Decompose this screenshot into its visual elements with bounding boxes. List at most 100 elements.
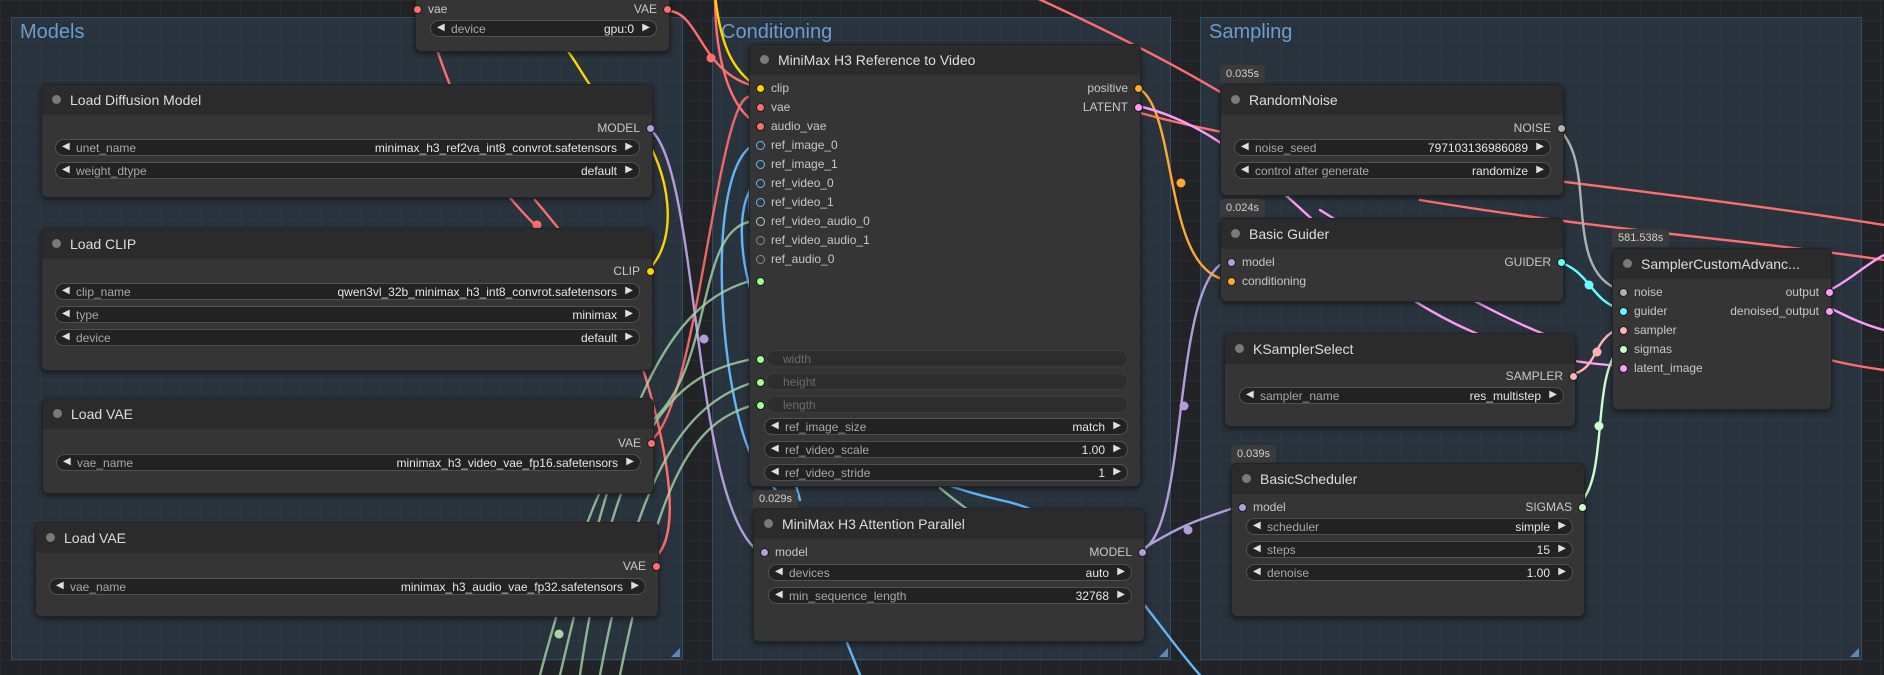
- port-pin[interactable]: [756, 179, 765, 188]
- arrow-left-icon[interactable]: ◀: [62, 164, 70, 175]
- port-pin[interactable]: [756, 141, 765, 150]
- denoise-number[interactable]: ◀ denoise 1.00 ▶: [1246, 564, 1573, 581]
- port-pin[interactable]: [1557, 124, 1566, 133]
- arrow-left-icon[interactable]: ◀: [771, 420, 779, 431]
- arrow-right-icon[interactable]: ▶: [1113, 420, 1121, 431]
- scheduler-combo[interactable]: ◀ scheduler simple ▶: [1246, 518, 1573, 535]
- port-pin[interactable]: [663, 5, 672, 14]
- port-pin[interactable]: [646, 267, 655, 276]
- arrow-left-icon[interactable]: ◀: [1253, 566, 1261, 577]
- output-model[interactable]: MODEL: [1044, 544, 1147, 560]
- collapse-dot-icon[interactable]: [764, 519, 773, 528]
- unet-name-combo[interactable]: ◀ unet_name minimax_h3_ref2va_int8_convr…: [55, 139, 640, 156]
- collapse-dot-icon[interactable]: [1231, 95, 1240, 104]
- arrow-left-icon[interactable]: ◀: [1246, 389, 1254, 400]
- node-header[interactable]: RandomNoise: [1221, 85, 1563, 115]
- node-canvas[interactable]: Models Conditioning Sampling vae VAE ◀ d…: [0, 0, 1884, 675]
- output-model[interactable]: MODEL: [532, 120, 655, 136]
- collapse-dot-icon[interactable]: [52, 239, 61, 248]
- arrow-left-icon[interactable]: ◀: [62, 308, 70, 319]
- ref-image-size-combo[interactable]: ◀ ref_image_size match ▶: [764, 418, 1128, 435]
- port-pin[interactable]: [646, 124, 655, 133]
- port-pin[interactable]: [1557, 258, 1566, 267]
- control-after-generate-combo[interactable]: ◀ control after generate randomize ▶: [1234, 162, 1551, 179]
- weight-dtype-combo[interactable]: ◀ weight_dtype default ▶: [55, 162, 640, 179]
- port-pin[interactable]: [1138, 548, 1147, 557]
- arrow-right-icon[interactable]: ▶: [625, 164, 633, 175]
- collapse-dot-icon[interactable]: [46, 533, 55, 542]
- arrow-right-icon[interactable]: ▶: [1558, 520, 1566, 531]
- arrow-left-icon[interactable]: ◀: [775, 566, 783, 577]
- port-pin[interactable]: [1134, 84, 1143, 93]
- width-widget[interactable]: width: [766, 350, 1128, 367]
- arrow-left-icon[interactable]: ◀: [56, 580, 64, 591]
- collapse-dot-icon[interactable]: [1235, 344, 1244, 353]
- port-pin[interactable]: [1619, 326, 1628, 335]
- node-reference-to-video[interactable]: MiniMax H3 Reference to Video clip vae a…: [749, 44, 1143, 487]
- device-combo[interactable]: ◀ device gpu:0 ▶: [430, 20, 657, 37]
- arrow-left-icon[interactable]: ◀: [1253, 543, 1261, 554]
- collapse-dot-icon[interactable]: [760, 55, 769, 64]
- noise-seed-number[interactable]: ◀ noise_seed 797103136986089 ▶: [1234, 139, 1551, 156]
- collapse-dot-icon[interactable]: [1242, 474, 1251, 483]
- port-pin[interactable]: [1619, 288, 1628, 297]
- arrow-right-icon[interactable]: ▶: [625, 285, 633, 296]
- arrow-right-icon[interactable]: ▶: [625, 141, 633, 152]
- port-pin[interactable]: [756, 236, 765, 245]
- output-latent[interactable]: LATENT: [1040, 99, 1143, 115]
- port-pin[interactable]: [1825, 288, 1834, 297]
- port-pin[interactable]: [1619, 307, 1628, 316]
- node-random-noise[interactable]: RandomNoise NOISE ◀ noise_seed 797103136…: [1220, 84, 1566, 196]
- length-widget[interactable]: length: [766, 396, 1128, 413]
- clip-name-combo[interactable]: ◀ clip_name qwen3vl_32b_minimax_h3_int8_…: [55, 283, 640, 300]
- port-pin[interactable]: [760, 548, 769, 557]
- arrow-right-icon[interactable]: ▶: [1536, 164, 1544, 175]
- port-pin[interactable]: [1227, 277, 1236, 286]
- arrow-left-icon[interactable]: ◀: [1241, 141, 1249, 152]
- vae-name-combo[interactable]: ◀ vae_name minimax_h3_video_vae_fp16.saf…: [56, 454, 641, 471]
- port-pin[interactable]: [1134, 103, 1143, 112]
- port-pin[interactable]: [1238, 503, 1247, 512]
- port-pin[interactable]: [756, 217, 765, 226]
- arrow-right-icon[interactable]: ▶: [1117, 589, 1125, 600]
- node-vae-device[interactable]: vae VAE ◀ device gpu:0 ▶: [413, 0, 672, 52]
- output-sigmas[interactable]: SIGMAS: [1484, 499, 1587, 515]
- node-load-vae-video[interactable]: Load VAE VAE ◀ vae_name minimax_h3_video…: [42, 398, 656, 494]
- port-pin[interactable]: [1578, 503, 1587, 512]
- port-pin[interactable]: [756, 378, 765, 387]
- node-header[interactable]: SamplerCustomAdvanc...: [1613, 249, 1831, 279]
- sampler-name-combo[interactable]: ◀ sampler_name res_multistep ▶: [1239, 387, 1564, 404]
- node-header[interactable]: BasicScheduler: [1232, 464, 1584, 494]
- port-pin[interactable]: [647, 439, 656, 448]
- arrow-right-icon[interactable]: ▶: [642, 22, 650, 33]
- output-vae[interactable]: VAE: [533, 435, 656, 451]
- node-header[interactable]: Load Diffusion Model: [42, 85, 652, 115]
- arrow-left-icon[interactable]: ◀: [1241, 164, 1249, 175]
- output-sampler[interactable]: SAMPLER: [1475, 368, 1578, 384]
- output-guider[interactable]: GUIDER: [1463, 254, 1566, 270]
- port-pin[interactable]: [756, 255, 765, 264]
- port-pin[interactable]: [1619, 345, 1628, 354]
- port-pin[interactable]: [756, 103, 765, 112]
- port-pin[interactable]: [756, 198, 765, 207]
- port-pin[interactable]: [1227, 258, 1236, 267]
- port-pin[interactable]: [756, 84, 765, 93]
- arrow-left-icon[interactable]: ◀: [437, 22, 445, 33]
- node-attention-parallel[interactable]: MiniMax H3 Attention Parallel model MODE…: [753, 508, 1147, 642]
- arrow-left-icon[interactable]: ◀: [771, 443, 779, 454]
- arrow-right-icon[interactable]: ▶: [1558, 566, 1566, 577]
- arrow-right-icon[interactable]: ▶: [1113, 466, 1121, 477]
- arrow-left-icon[interactable]: ◀: [63, 456, 71, 467]
- node-header[interactable]: MiniMax H3 Reference to Video: [750, 45, 1140, 75]
- output-vae[interactable]: VAE: [589, 1, 672, 17]
- node-header[interactable]: Load VAE: [43, 399, 653, 429]
- min-sequence-length-number[interactable]: ◀ min_sequence_length 32768 ▶: [768, 587, 1132, 604]
- collapse-dot-icon[interactable]: [53, 409, 62, 418]
- output-output[interactable]: output: [1721, 284, 1834, 300]
- arrow-right-icon[interactable]: ▶: [1558, 543, 1566, 554]
- node-sampler-custom-advanced[interactable]: SamplerCustomAdvanc... noise guider samp…: [1612, 248, 1834, 410]
- port-pin[interactable]: [1569, 372, 1578, 381]
- port-pin[interactable]: [1619, 364, 1628, 373]
- node-basic-guider[interactable]: Basic Guider model conditioning GUIDER: [1220, 218, 1566, 302]
- arrow-right-icon[interactable]: ▶: [625, 331, 633, 342]
